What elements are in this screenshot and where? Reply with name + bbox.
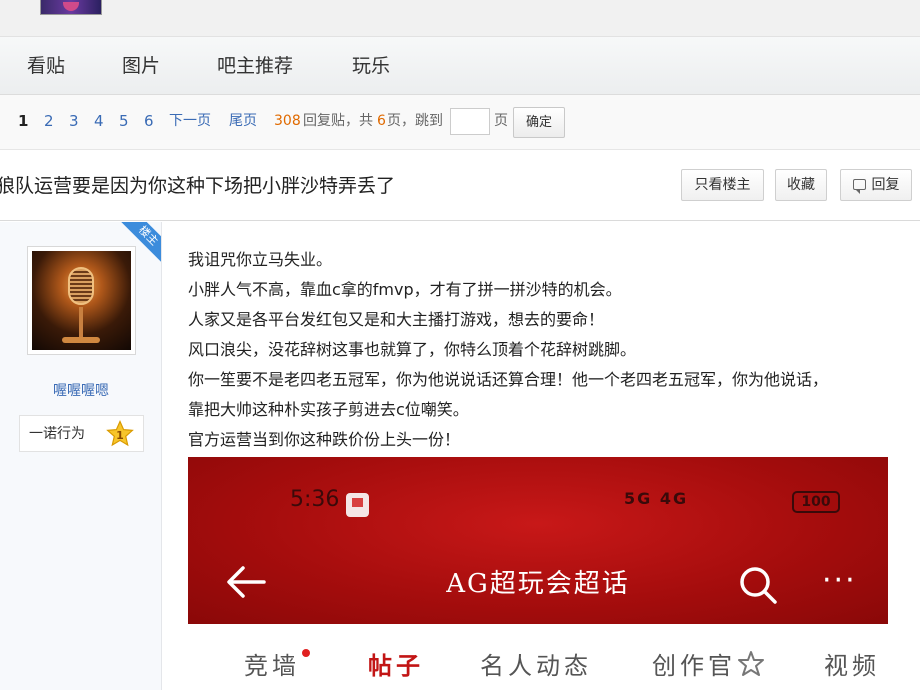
reply-button[interactable]: 回复: [840, 169, 912, 201]
forum-avatar[interactable]: [40, 0, 102, 15]
screenshot-title: AG超玩会超话: [446, 569, 630, 599]
pagination-bar: 1 2 3 4 5 6 下一页 尾页 308 回复贴，共 6 页，跳到 页 确定: [0, 95, 920, 150]
embedded-screenshot-image[interactable]: 5:36 5G 4G 100 AG超玩会超话 ··· 竞墙 帖子 名人动态 创作…: [188, 457, 888, 690]
screenshot-header: 5:36 5G 4G 100 AG超玩会超话 ···: [188, 457, 888, 624]
screenshot-tabs: 竞墙 帖子 名人动态 创作官 视频: [188, 624, 888, 690]
mic-base: [62, 337, 100, 343]
reply-icon: [852, 179, 866, 194]
page-link-2[interactable]: 2: [44, 95, 54, 147]
reply-suffix: 回复贴，共: [303, 113, 373, 129]
content-line: 小胖人气不高，靠血c拿的fmvp，才有了拼一拼沙特的机会。: [188, 280, 622, 299]
jump-page-input[interactable]: [450, 108, 490, 135]
forum-nav: 看贴 图片 吧主推荐 玩乐: [0, 36, 920, 95]
top-header-strip: [0, 0, 920, 36]
red-dot-icon: [302, 649, 310, 657]
screenshot-tab: 名人动态: [480, 652, 592, 680]
badge-level: 1: [116, 429, 124, 442]
member-badge[interactable]: 一诺行为 1: [19, 415, 144, 452]
screenshot-tab: 创作官: [652, 652, 736, 680]
page-link-6[interactable]: 6: [144, 95, 154, 147]
reply-button-label: 回复: [871, 177, 900, 193]
post-content: 我诅咒你立马失业。 小胖人气不高，靠血c拿的fmvp，才有了拼一拼沙特的机会。 …: [188, 245, 908, 455]
content-line: 风口浪尖，没花辞树这事也就算了，你特么顶着个花辞树跳脚。: [188, 340, 637, 359]
post-title: 狼队运营要是因为你这种下场把小胖沙特弄丢了: [0, 175, 396, 197]
search-icon: [740, 567, 777, 604]
page-link-5[interactable]: 5: [119, 95, 129, 147]
level-star-icon: 1: [106, 420, 134, 447]
avatar[interactable]: [27, 246, 136, 355]
nav-tab-fun[interactable]: 玩乐: [352, 37, 390, 95]
screenshot-tab: 视频: [824, 652, 880, 680]
screenshot-time: 5:36: [290, 487, 340, 512]
nav-tab-recommended[interactable]: 吧主推荐: [217, 37, 293, 95]
content-line: 人家又是各平台发红包又是和大主播打游戏，想去的要命！: [188, 310, 605, 329]
content-line: 你一笙要不是老四老五冠军，你为他说说话还算合理！他一个老四老五冠军，你为他说话，: [188, 370, 829, 389]
content-line: 我诅咒你立马失业。: [188, 250, 333, 269]
page-link-1: 1: [18, 112, 29, 130]
author-sidebar: 楼主 喔喔喔嗯 一诺行为 1: [0, 222, 162, 690]
microphone-avatar-image: [32, 251, 131, 350]
author-username[interactable]: 喔喔喔嗯: [0, 380, 161, 400]
jump-confirm-button[interactable]: 确定: [513, 107, 565, 138]
microphone-icon: [68, 267, 94, 305]
favorite-button[interactable]: 收藏: [775, 169, 827, 201]
page-link-3[interactable]: 3: [69, 95, 79, 147]
nav-tab-posts[interactable]: 看贴: [27, 37, 65, 95]
post-title-bar: 狼队运营要是因为你这种下场把小胖沙特弄丢了 只看楼主 收藏 回复: [0, 151, 920, 221]
signal-status: 5G 4G: [624, 489, 689, 508]
reply-count: 308: [274, 113, 301, 129]
flower-icon: [738, 651, 764, 676]
screenshot-tab: 竞墙: [244, 652, 300, 680]
jump-label: 页，跳到: [387, 113, 443, 129]
content-line: 官方运营当到你这种跌价份上头一份！: [188, 430, 461, 449]
nav-tab-images[interactable]: 图片: [122, 37, 160, 95]
notification-icon: [346, 493, 369, 517]
badge-name: 一诺行为: [29, 426, 85, 442]
more-icon: ···: [822, 563, 857, 598]
total-pages: 6: [377, 113, 386, 129]
only-op-button[interactable]: 只看楼主: [681, 169, 764, 201]
screenshot-tab-active: 帖子: [368, 651, 424, 680]
next-page-link[interactable]: 下一页: [169, 95, 211, 147]
battery-icon: 100: [792, 491, 840, 513]
page-link-4[interactable]: 4: [94, 95, 104, 147]
mic-stand: [79, 307, 83, 341]
page-unit: 页: [494, 113, 508, 129]
last-page-link[interactable]: 尾页: [229, 95, 257, 147]
content-line: 靠把大帅这种朴实孩子剪进去c位嘲笑。: [188, 400, 469, 419]
